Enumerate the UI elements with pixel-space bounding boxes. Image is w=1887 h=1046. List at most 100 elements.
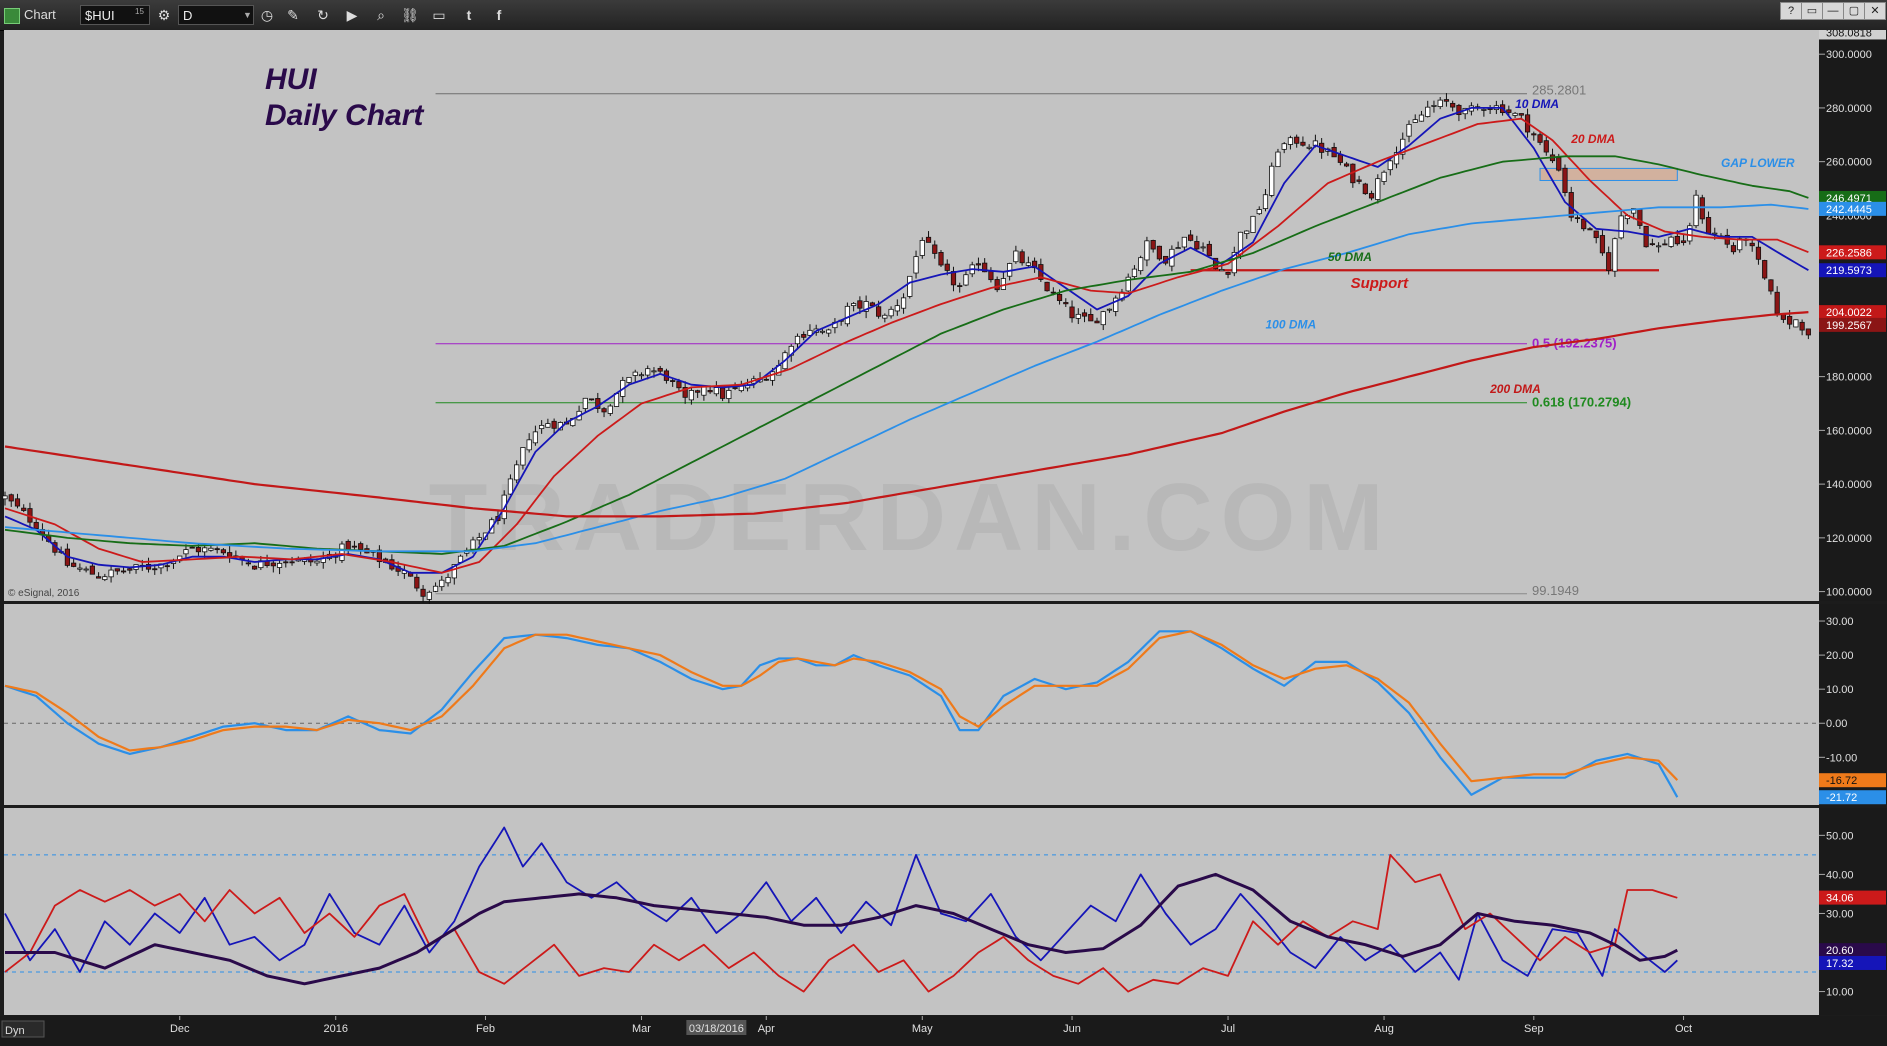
close-button[interactable]: ✕ <box>1864 2 1886 20</box>
y-tick-label: 140.0000 <box>1826 479 1872 491</box>
refresh-icon[interactable]: ↻ <box>313 5 333 25</box>
candle-body <box>1612 238 1618 272</box>
candle-body <box>445 577 451 584</box>
candle-body <box>276 562 283 568</box>
restore-button[interactable]: ▭ <box>1801 2 1823 20</box>
x-tick-label: Apr <box>758 1023 775 1035</box>
candle-body <box>826 329 832 334</box>
candle-body <box>1138 257 1144 272</box>
candle-body <box>1643 225 1649 248</box>
candle-body <box>688 390 695 401</box>
candle-body <box>1705 217 1712 235</box>
candle-body <box>1281 143 1287 150</box>
candle-body <box>1244 230 1250 235</box>
candle-body <box>1056 293 1063 301</box>
candle-body <box>14 498 21 507</box>
candle-body <box>1156 245 1162 260</box>
candle-body <box>202 547 208 553</box>
candle-body <box>794 335 801 345</box>
candle-body <box>1081 312 1088 317</box>
candle-body <box>1100 311 1106 326</box>
candle-body <box>1269 165 1275 196</box>
candle-body <box>1606 252 1612 271</box>
candle-body <box>1262 194 1269 209</box>
candle-body <box>651 370 657 373</box>
candle-body <box>670 380 676 382</box>
candle-body <box>1019 251 1025 264</box>
candle-body <box>89 565 95 575</box>
h-line-label: 285.2801 <box>1532 83 1586 98</box>
y-tick-label: 100.0000 <box>1826 587 1872 599</box>
comment-icon[interactable]: ▭ <box>429 5 449 25</box>
candle-body <box>1587 228 1593 231</box>
candle-body <box>900 297 907 309</box>
candle-body <box>551 420 557 429</box>
chevron-down-icon[interactable]: ▼ <box>243 5 252 25</box>
facebook-icon[interactable]: f <box>489 5 509 25</box>
candle-body <box>1531 133 1537 136</box>
candle-body <box>1094 320 1100 324</box>
candle-body <box>1562 167 1568 193</box>
candle-body <box>96 576 102 579</box>
candle-body <box>220 549 226 554</box>
candle-body <box>1774 291 1780 314</box>
candle-body <box>77 567 83 570</box>
candle-body <box>632 371 638 376</box>
candle-body <box>1556 157 1562 171</box>
clock-icon[interactable]: ◷ <box>257 5 277 25</box>
candle-body <box>726 390 732 399</box>
maximize-button[interactable]: ▢ <box>1843 2 1865 20</box>
candle-body <box>1344 163 1350 167</box>
candle-body <box>1412 119 1418 123</box>
candle-body <box>420 588 426 597</box>
link-icon[interactable]: ⛓ <box>400 5 420 25</box>
search-icon[interactable]: ⌕ <box>371 5 391 25</box>
candle-body <box>426 591 432 600</box>
y-tick-label: 30.00 <box>1826 908 1854 920</box>
candle-body <box>351 545 358 548</box>
settings-icon[interactable]: ⚙ <box>154 5 174 25</box>
candle-body <box>539 424 545 430</box>
candle-body <box>607 405 613 414</box>
chart-canvas[interactable]: TRADERDAN.COM 285.280199.19490.5 (192.23… <box>0 30 1887 1046</box>
candle-body <box>588 398 595 401</box>
dmi-panel-bg <box>4 808 1819 1015</box>
candle-body <box>913 256 919 274</box>
toolbar: Chart $HUI 15 ⚙ D ▼ ◷ ✎ ↻ ▶ ⌕ ⛓ ▭ t f ? … <box>0 0 1887 31</box>
candle-body <box>1680 240 1687 244</box>
candle-body <box>1075 313 1081 319</box>
annotation-label: 50 DMA <box>1328 250 1372 264</box>
candle-body <box>1425 106 1431 117</box>
minimize-button[interactable]: — <box>1822 2 1844 20</box>
chart-title: HUI <box>265 63 317 96</box>
candle-body <box>2 495 8 500</box>
symbol-superscript: 15 <box>135 7 144 16</box>
time-axis-bg <box>0 1016 1887 1046</box>
y-tick-label: 160.0000 <box>1826 425 1872 437</box>
candle-body <box>1543 140 1549 153</box>
candle-body <box>1337 154 1343 163</box>
y-tick-label: 10.00 <box>1826 684 1854 696</box>
price-tag: 219.5973 <box>1826 265 1872 277</box>
x-tick-label: Mar <box>632 1023 651 1035</box>
candle-body <box>120 570 127 573</box>
candle-body <box>208 547 214 551</box>
candle-body <box>1250 215 1256 233</box>
candle-body <box>1175 247 1181 250</box>
candle-body <box>626 376 632 383</box>
x-tick-label: Oct <box>1675 1023 1692 1035</box>
x-tick-label: Sep <box>1524 1023 1544 1035</box>
price-tag: 308.0818 <box>1826 30 1872 39</box>
candle-body <box>439 579 445 588</box>
candle-body <box>1013 250 1019 263</box>
candle-body <box>1256 209 1262 215</box>
x-tick-label: 03/18/2016 <box>689 1023 744 1035</box>
candle-body <box>470 539 476 550</box>
candle-body <box>1381 171 1387 182</box>
candle-body <box>957 285 963 287</box>
pencil-icon[interactable]: ✎ <box>283 5 303 25</box>
play-icon[interactable]: ▶ <box>342 5 362 25</box>
help-button[interactable]: ? <box>1780 2 1802 20</box>
twitter-icon[interactable]: t <box>459 5 479 25</box>
price-tag: 199.2567 <box>1826 320 1872 332</box>
